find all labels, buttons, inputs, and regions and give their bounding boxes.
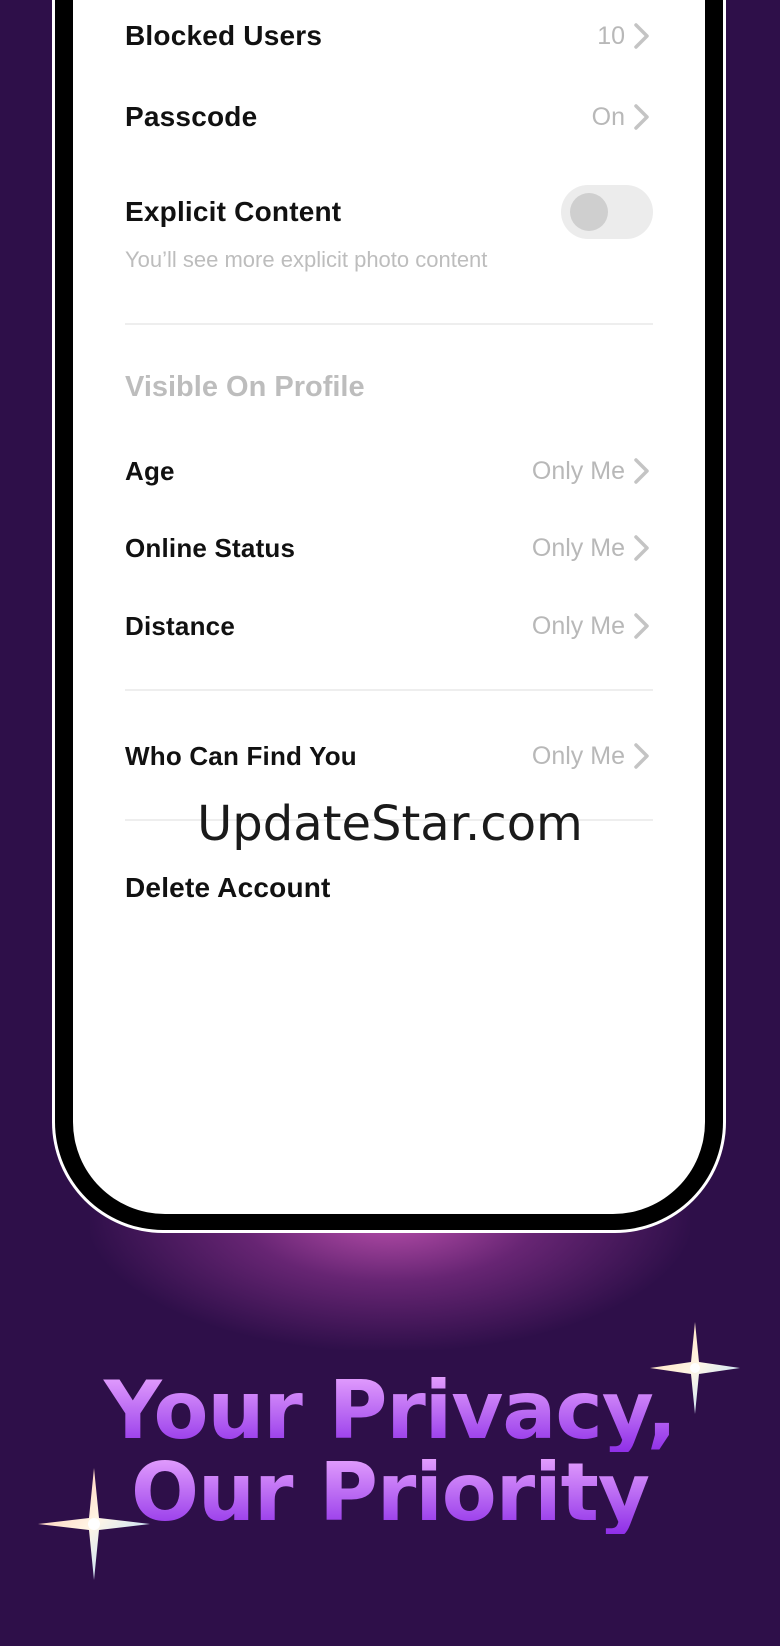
sparkle-star-icon [38,1468,150,1580]
passcode-value-group: On [592,102,653,132]
online-status-value-group: Only Me [532,533,653,563]
distance-label: Distance [125,610,235,641]
visible-on-profile-title: Visible On Profile [125,371,365,403]
chevron-right-icon [634,104,649,130]
phone-frame: Blocked Users 10 Passcode On Explicit Co… [55,0,723,1230]
age-label: Age [125,455,175,486]
divider [125,689,653,691]
divider [125,819,653,821]
blocked-users-label: Blocked Users [125,20,323,51]
passcode-label: Passcode [125,101,258,132]
explicit-content-row: Explicit Content [125,184,653,240]
blocked-users-row[interactable]: Blocked Users 10 [125,16,653,56]
age-value-group: Only Me [532,456,653,486]
who-can-find-you-label: Who Can Find You [125,740,357,771]
explicit-content-toggle[interactable] [561,185,653,239]
chevron-right-icon [634,458,649,484]
sparkle-star-icon [650,1322,740,1414]
online-status-label: Online Status [125,532,296,563]
chevron-right-icon [634,613,649,639]
explicit-content-hint: You’ll see more explicit photo content [125,247,488,272]
chevron-right-icon [634,23,649,49]
blocked-users-value-group: 10 [597,21,653,51]
distance-value: Only Me [531,611,625,640]
who-can-find-you-value: Only Me [531,741,625,770]
delete-account-label: Delete Account [125,872,331,903]
divider [125,323,653,325]
delete-account-row[interactable]: Delete Account [125,866,653,910]
toggle-knob [570,193,608,231]
passcode-value: On [591,102,625,131]
passcode-row[interactable]: Passcode On [125,97,653,137]
distance-row[interactable]: Distance Only Me [125,606,653,646]
explicit-content-label: Explicit Content [125,196,342,227]
who-can-find-you-value-group: Only Me [532,741,653,771]
blocked-users-value: 10 [597,21,625,50]
age-row[interactable]: Age Only Me [125,451,653,491]
age-value: Only Me [531,456,625,485]
online-status-row[interactable]: Online Status Only Me [125,528,653,568]
chevron-right-icon [634,743,649,769]
who-can-find-you-row[interactable]: Who Can Find You Only Me [125,736,653,776]
chevron-right-icon [634,535,649,561]
settings-screen: Blocked Users 10 Passcode On Explicit Co… [73,0,705,1214]
online-status-value: Only Me [531,533,625,562]
distance-value-group: Only Me [532,611,653,641]
